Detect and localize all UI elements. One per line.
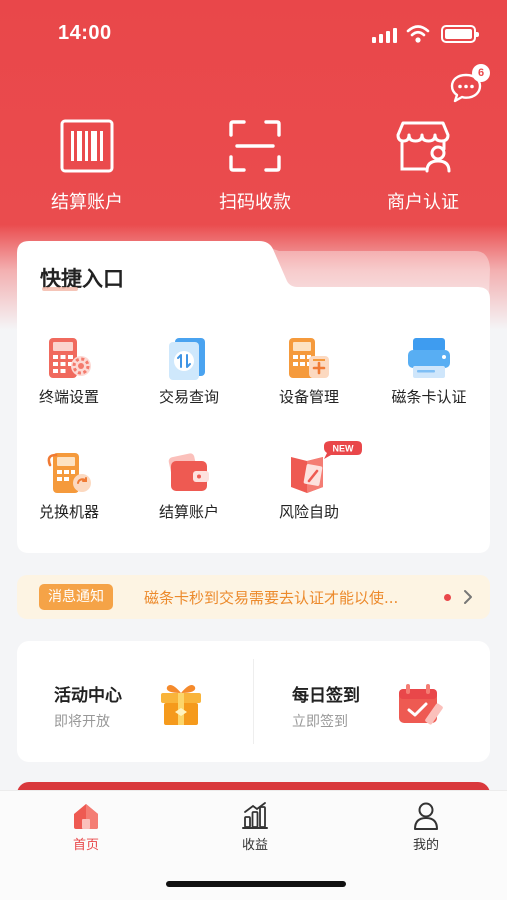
svg-text:NEW: NEW xyxy=(333,444,355,454)
exchange-machine-icon xyxy=(47,453,91,493)
notice-bar[interactable]: 消息通知 磁条卡秒到交易需要去认证才能以使... xyxy=(17,575,490,619)
daily-sign-in[interactable]: 每日签到 立即签到 xyxy=(254,641,490,762)
wifi-icon xyxy=(406,25,430,43)
tab-mine[interactable]: 我的 xyxy=(376,801,476,853)
top-action-label: 结算账户 xyxy=(51,192,123,213)
quick-item-exchange-machine[interactable]: 兑换机器 xyxy=(14,451,124,522)
quick-item-label: 终端设置 xyxy=(38,388,99,406)
card-reader-icon xyxy=(408,338,450,378)
notice-text: 磁条卡秒到交易需要去认证才能以使... xyxy=(144,589,399,607)
quick-item-label: 风险自助 xyxy=(278,503,339,521)
top-action-merchant-verify[interactable]: 商户认证 xyxy=(348,118,498,213)
chevron-right-icon xyxy=(464,590,472,604)
activity-subtitle: 即将开放 xyxy=(54,714,110,730)
quick-item-card-reader[interactable]: 磁条卡认证 xyxy=(374,336,484,407)
tab-home[interactable]: 首页 xyxy=(36,801,136,853)
top-action-scan-collect[interactable]: 扫码收款 xyxy=(180,118,330,213)
store-verify-icon xyxy=(396,121,451,173)
top-action-label: 商户认证 xyxy=(387,192,459,213)
chart-bars-icon xyxy=(242,802,268,829)
status-bar: 14:00 xyxy=(0,0,507,70)
tab-label: 我的 xyxy=(412,838,439,853)
title-underline xyxy=(42,287,78,291)
quick-item-device-manage[interactable]: 设备管理 xyxy=(254,336,364,407)
signal-icon xyxy=(372,27,398,43)
message-badge: 6 xyxy=(472,64,490,82)
top-action-label: 扫码收款 xyxy=(219,192,291,213)
new-badge: NEW xyxy=(324,441,362,459)
scan-icon xyxy=(229,120,281,172)
activity-title: 活动中心 xyxy=(54,686,122,706)
activity-subtitle: 立即签到 xyxy=(292,714,348,730)
activity-title: 每日签到 xyxy=(292,686,360,706)
tab-label: 收益 xyxy=(241,838,268,853)
tab-label: 首页 xyxy=(72,838,99,853)
notice-dot-indicator xyxy=(444,594,451,601)
quick-item-label: 磁条卡认证 xyxy=(391,388,467,406)
home-icon xyxy=(74,804,98,829)
home-indicator[interactable] xyxy=(166,881,346,887)
quick-item-settlement-account[interactable]: 结算账户 xyxy=(134,451,244,522)
tab-earnings[interactable]: 收益 xyxy=(205,801,305,853)
quick-item-terminal-settings[interactable]: 终端设置 xyxy=(14,336,124,407)
quick-item-transaction-query[interactable]: 交易查询 xyxy=(134,336,244,407)
battery-icon xyxy=(441,25,479,43)
activity-card: 活动中心 即将开放 每日签到 立即签到 xyxy=(17,641,490,762)
user-icon xyxy=(414,802,438,830)
gift-box-icon xyxy=(161,685,201,725)
transaction-query-icon xyxy=(169,338,205,380)
barcode-icon xyxy=(60,119,114,173)
quick-item-label: 兑换机器 xyxy=(38,503,99,521)
quick-item-label: 交易查询 xyxy=(158,388,219,406)
wallet-icon xyxy=(168,453,209,491)
notice-tag: 消息通知 xyxy=(39,584,113,610)
activity-center[interactable]: 活动中心 即将开放 xyxy=(17,641,253,762)
device-manage-icon xyxy=(289,338,329,378)
quick-item-label: 结算账户 xyxy=(158,503,219,521)
top-action-settlement-account[interactable]: 结算账户 xyxy=(12,118,162,213)
status-time: 14:00 xyxy=(58,22,112,44)
calendar-check-icon xyxy=(399,684,443,725)
quick-entry-card: 快捷入口 终端设置 交易查询 设备管理 磁条卡认证 兑换机器 结算账户 风险自助… xyxy=(17,241,490,553)
quick-item-risk-self-help[interactable]: 风险自助 xyxy=(254,451,364,522)
quick-item-label: 设备管理 xyxy=(278,388,339,406)
terminal-settings-icon xyxy=(49,338,91,378)
